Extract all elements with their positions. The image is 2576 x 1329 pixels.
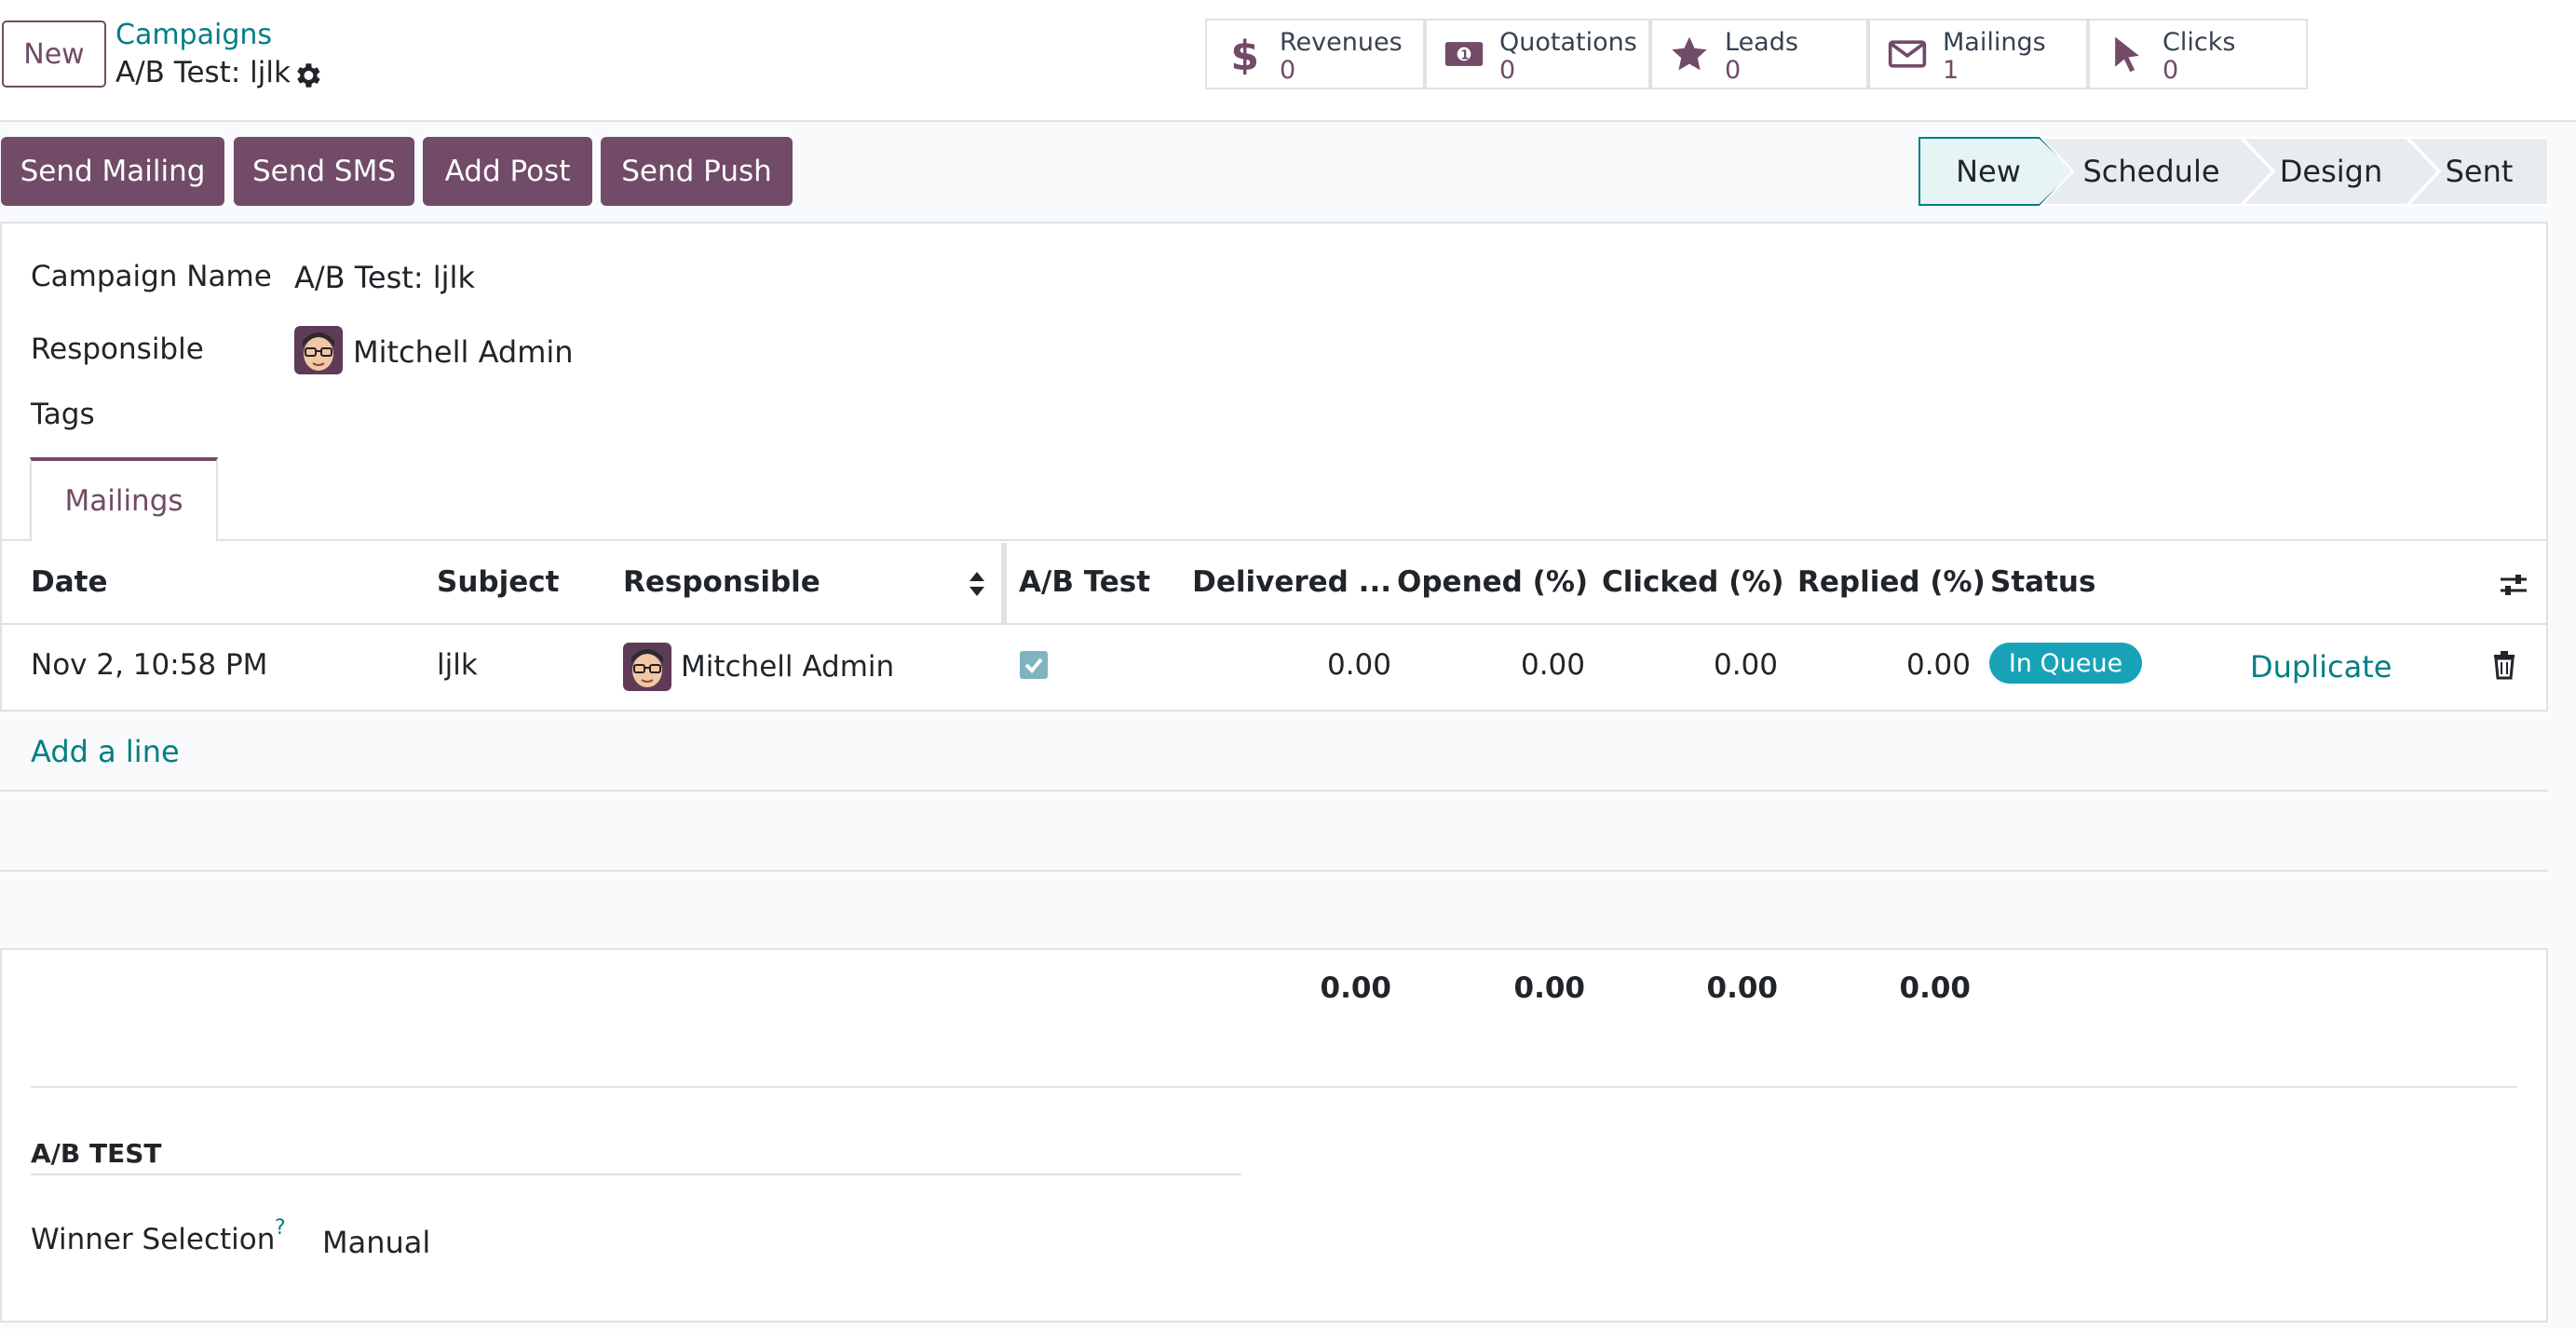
ab-test-section-title: A/B TEST (31, 1138, 162, 1169)
winner-selection-label: Winner Selection (31, 1223, 276, 1256)
tab-divider (0, 539, 2548, 541)
total-clicked: 0.00 (1706, 971, 1779, 1005)
column-status[interactable]: Status (1990, 565, 2095, 599)
tags-label: Tags (31, 398, 95, 431)
header-divider (0, 623, 2548, 625)
optional-columns-icon[interactable] (2499, 572, 2529, 598)
svg-text:$: $ (1230, 34, 1259, 75)
cell-date: Nov 2, 10:58 PM (31, 648, 268, 682)
cell-opened: 0.00 (1520, 648, 1585, 682)
help-icon[interactable]: ? (275, 1216, 286, 1240)
smart-button-label: Leads (1725, 28, 1798, 57)
smart-button-label: Quotations (1499, 28, 1637, 57)
stage-new[interactable]: New (1920, 137, 2056, 206)
total-delivered: 0.00 (1320, 971, 1392, 1005)
empty-row (0, 792, 2548, 870)
stage-design[interactable]: Design (2252, 137, 2410, 206)
cursor-icon (2115, 36, 2139, 73)
totals-divider (0, 948, 2548, 950)
gear-icon[interactable] (291, 60, 323, 91)
ab-test-checkbox[interactable] (1019, 650, 1049, 680)
breadcrumb-current: A/B Test: ljlk (115, 56, 291, 89)
campaign-name-field[interactable]: A/B Test: ljlk (294, 260, 475, 295)
add-post-button[interactable]: Add Post (423, 137, 592, 206)
responsible-field[interactable]: Mitchell Admin (353, 334, 574, 370)
total-replied: 0.00 (1899, 971, 1972, 1005)
svg-text:1: 1 (1460, 49, 1469, 63)
smart-button-leads[interactable]: Leads 0 (1650, 19, 1868, 89)
column-date[interactable]: Date (31, 565, 108, 599)
column-resize-handle[interactable] (1001, 543, 1007, 623)
smart-button-value: 0 (1725, 56, 1742, 85)
dollar-icon: $ (1230, 34, 1259, 75)
smart-button-mailings[interactable]: Mailings 1 (1868, 19, 2088, 89)
tab-mailings[interactable]: Mailings (30, 457, 218, 541)
add-line-row (0, 712, 2548, 790)
column-opened[interactable]: Opened (%) (1397, 565, 1588, 599)
control-panel: New Campaigns A/B Test: ljlk $ Revenues … (0, 0, 2576, 122)
campaign-name-label: Campaign Name (31, 260, 272, 293)
breadcrumb-campaigns[interactable]: Campaigns (115, 19, 272, 51)
cell-clicked: 0.00 (1713, 648, 1778, 682)
smart-button-clicks[interactable]: Clicks 0 (2088, 19, 2308, 89)
column-responsible[interactable]: Responsible (623, 565, 820, 599)
column-clicked[interactable]: Clicked (%) (1602, 565, 1784, 599)
smart-button-value: 0 (2162, 56, 2179, 85)
add-a-line-link[interactable]: Add a line (31, 734, 180, 769)
status-badge: In Queue (1989, 643, 2142, 684)
smart-button-revenues[interactable]: $ Revenues 0 (1205, 19, 1425, 89)
stage-sent[interactable]: Sent (2414, 137, 2544, 206)
section-title-underline (31, 1173, 1241, 1175)
sort-icon[interactable] (967, 570, 987, 598)
responsible-label: Responsible (31, 332, 204, 366)
section-divider (31, 1086, 2517, 1088)
avatar (294, 326, 343, 374)
smart-button-value: 1 (1943, 56, 1959, 85)
avatar (623, 643, 671, 691)
empty-row (0, 872, 2548, 948)
smart-button-quotations[interactable]: 1 Quotations 0 (1425, 19, 1650, 89)
smart-button-label: Clicks (2162, 28, 2236, 57)
total-opened: 0.00 (1513, 971, 1586, 1005)
cell-subject: ljlk (437, 648, 478, 682)
envelope-icon (1888, 40, 1927, 68)
send-sms-button[interactable]: Send SMS (234, 137, 414, 206)
send-push-button[interactable]: Send Push (601, 137, 793, 206)
winner-selection-field[interactable]: Manual (322, 1225, 430, 1260)
cell-responsible: Mitchell Admin (681, 650, 895, 684)
stage-schedule[interactable]: Schedule (2058, 137, 2244, 206)
cell-replied: 0.00 (1905, 648, 1971, 682)
column-replied[interactable]: Replied (%) (1797, 565, 1986, 599)
money-bill-icon: 1 (1444, 42, 1484, 66)
column-delivered[interactable]: Delivered ... (1192, 565, 1391, 599)
smart-button-value: 0 (1280, 56, 1296, 85)
column-ab-test[interactable]: A/B Test (1019, 565, 1150, 599)
duplicate-button[interactable]: Duplicate (2250, 649, 2392, 685)
new-button[interactable]: New (2, 20, 106, 88)
smart-button-value: 0 (1499, 56, 1516, 85)
trash-icon[interactable] (2492, 650, 2516, 680)
cell-delivered: 0.00 (1326, 648, 1391, 682)
smart-button-label: Revenues (1280, 28, 1403, 57)
smart-button-label: Mailings (1943, 28, 2046, 57)
send-mailing-button[interactable]: Send Mailing (1, 137, 224, 206)
star-icon (1672, 36, 1707, 71)
column-subject[interactable]: Subject (437, 565, 559, 599)
